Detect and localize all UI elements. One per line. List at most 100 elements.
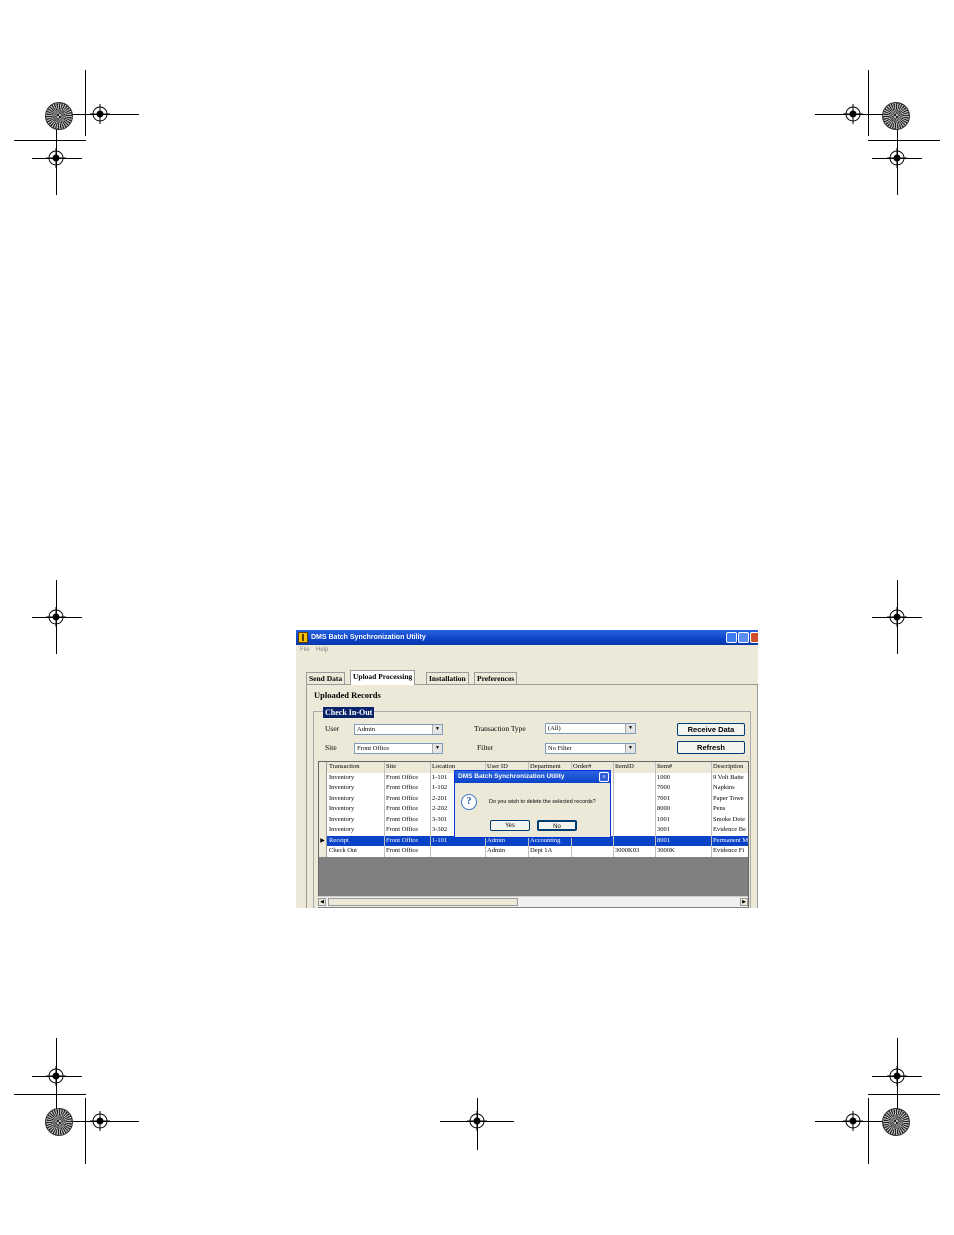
row-header[interactable] xyxy=(319,804,327,815)
chevron-down-icon[interactable]: ▼ xyxy=(625,724,635,733)
close-button[interactable] xyxy=(750,632,758,643)
scroll-thumb[interactable] xyxy=(328,898,518,906)
scroll-left-icon[interactable]: ◀ xyxy=(318,898,326,906)
table-cell: Inventory xyxy=(328,783,385,794)
table-cell: Evidence Fi xyxy=(712,846,748,857)
table-cell xyxy=(572,846,614,857)
yes-button[interactable]: Yes xyxy=(490,820,530,831)
table-cell: Front Office xyxy=(385,793,431,804)
table-cell: Inventory xyxy=(328,804,385,815)
registration-mark xyxy=(90,1111,110,1131)
table-cell: Inventory xyxy=(328,814,385,825)
no-button[interactable]: No xyxy=(537,820,577,831)
chevron-down-icon[interactable]: ▼ xyxy=(432,725,442,734)
filter-value: No Filter xyxy=(548,745,572,752)
registration-mark xyxy=(46,607,66,627)
table-cell: Receipt xyxy=(328,835,385,846)
color-bar-rosette xyxy=(45,102,73,130)
column-header[interactable]: Transaction xyxy=(328,762,385,773)
chevron-down-icon[interactable]: ▼ xyxy=(625,744,635,753)
section-title: Uploaded Records xyxy=(314,690,381,700)
table-cell xyxy=(614,804,656,815)
filter-label: Filter xyxy=(477,743,494,752)
app-icon xyxy=(298,632,308,643)
registration-mark xyxy=(46,148,66,168)
column-header[interactable]: Site xyxy=(385,762,431,773)
table-cell: Inventory xyxy=(328,793,385,804)
table-cell xyxy=(614,783,656,794)
table-cell xyxy=(614,793,656,804)
registration-mark xyxy=(887,607,907,627)
table-cell: 9 Volt Batte xyxy=(712,773,748,784)
dialog-message: Do you wish to delete the selected recor… xyxy=(489,799,596,805)
table-cell: Evidence Be xyxy=(712,825,748,836)
row-header[interactable] xyxy=(319,846,327,857)
table-cell: Napkins xyxy=(712,783,748,794)
group-title: Check In-Out xyxy=(323,707,375,718)
receive-data-button[interactable]: Receive Data xyxy=(677,723,745,736)
table-cell xyxy=(614,835,656,846)
table-cell: Front Office xyxy=(385,846,431,857)
column-header[interactable]: Item# xyxy=(656,762,712,773)
table-cell: Inventory xyxy=(328,772,385,783)
scroll-right-icon[interactable]: ▶ xyxy=(740,898,748,906)
filter-dropdown[interactable]: No Filter ▼ xyxy=(545,743,636,754)
registration-mark xyxy=(90,104,110,124)
transaction-type-dropdown[interactable]: (All) ▼ xyxy=(545,723,636,734)
registration-mark xyxy=(843,1111,863,1131)
registration-mark xyxy=(887,1066,907,1086)
registration-mark xyxy=(843,104,863,124)
transaction-type-label: Transaction Type xyxy=(474,724,526,733)
row-header[interactable]: ▶ xyxy=(319,835,327,846)
table-cell: Pens xyxy=(712,804,748,815)
table-cell: Admin xyxy=(486,846,529,857)
menu-help[interactable]: Help xyxy=(316,647,328,653)
table-cell: 7000 xyxy=(656,783,712,794)
transaction-type-value: (All) xyxy=(548,725,561,732)
table-cell: 3001 xyxy=(656,825,712,836)
minimize-button[interactable] xyxy=(726,632,737,643)
row-header[interactable] xyxy=(319,783,327,794)
table-cell: Front Office xyxy=(385,814,431,825)
row-header[interactable] xyxy=(319,814,327,825)
table-cell: Front Office xyxy=(385,825,431,836)
table-cell: 3000K03 xyxy=(614,846,656,857)
table-cell: 7001 xyxy=(656,793,712,804)
registration-mark xyxy=(887,148,907,168)
row-header[interactable] xyxy=(319,793,327,804)
question-icon: ? xyxy=(461,794,477,810)
site-dropdown[interactable]: Front Office ▼ xyxy=(354,743,443,754)
table-cell: Front Office xyxy=(385,804,431,815)
maximize-button[interactable] xyxy=(738,632,749,643)
site-value: Front Office xyxy=(357,745,390,752)
table-cell: 1001 xyxy=(656,814,712,825)
color-bar-rosette xyxy=(882,1108,910,1136)
registration-mark xyxy=(46,1066,66,1086)
menu-file[interactable]: File xyxy=(300,647,310,653)
row-header[interactable] xyxy=(319,825,327,836)
table-cell: Permanent M xyxy=(712,836,748,847)
refresh-button[interactable]: Refresh xyxy=(677,741,745,754)
registration-mark xyxy=(467,1111,487,1131)
table-row[interactable]: Check Out Front Office Admin Dept 1A 3000K03… xyxy=(319,846,748,857)
table-cell xyxy=(614,825,656,836)
color-bar-rosette xyxy=(882,102,910,130)
close-icon[interactable]: × xyxy=(599,772,609,782)
user-dropdown[interactable]: Admin ▼ xyxy=(354,724,443,735)
row-header[interactable] xyxy=(319,772,327,783)
user-label: User xyxy=(325,724,340,733)
table-cell: Paper Towe xyxy=(712,794,748,805)
table-cell: Smoke Dete xyxy=(712,815,748,826)
table-cell: Front Office xyxy=(385,772,431,783)
site-label: Site xyxy=(325,743,337,752)
column-header[interactable]: Description xyxy=(712,762,748,773)
column-header[interactable]: ItemID xyxy=(614,762,656,773)
table-cell: 1000 xyxy=(656,772,712,783)
tab-upload-processing[interactable]: Upload Processing xyxy=(350,670,416,685)
horizontal-scrollbar[interactable]: ◀ ▶ xyxy=(318,896,748,907)
table-cell xyxy=(431,846,486,857)
chevron-down-icon[interactable]: ▼ xyxy=(432,744,442,753)
row-header[interactable] xyxy=(319,762,327,773)
title-bar[interactable]: DMS Batch Synchronization Utility xyxy=(296,630,758,645)
dialog-title-bar[interactable]: DMS Batch Synchronization Utility × xyxy=(455,771,610,783)
